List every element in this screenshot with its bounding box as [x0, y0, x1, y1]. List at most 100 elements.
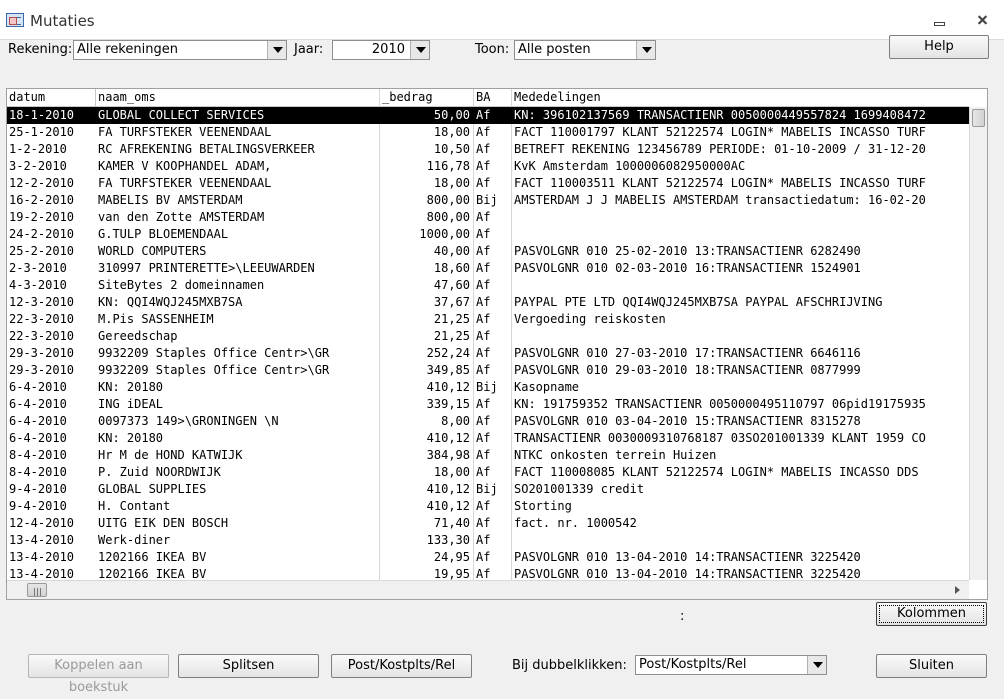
- table-row[interactable]: 25-2-2010 WORLD COMPUTERS 40,00 Af PASVOLGNR…: [7, 243, 969, 260]
- table-row[interactable]: 6-4-2010 KN: 20180 410,12 Af TRANSACTIENR 00…: [7, 430, 969, 447]
- table-row[interactable]: 24-2-2010 G.TULP BLOEMENDAAL 1000,00 Af: [7, 226, 969, 243]
- table-cell: KN: 20180: [98, 380, 164, 394]
- kolommen-button[interactable]: Kolommen: [876, 602, 987, 626]
- table-cell: PASVOLGNR 010 25-02-2010 13:TRANSACTIENR…: [514, 244, 861, 258]
- table-row[interactable]: 16-2-2010 MABELIS BV AMSTERDAM 800,00 Bij AM…: [7, 192, 969, 209]
- koppelen-button[interactable]: Koppelen aan boekstuk: [28, 654, 169, 695]
- table-cell: Af: [476, 414, 491, 428]
- dubbelklik-label: Bij dubbelklikken:: [512, 658, 627, 673]
- table-row[interactable]: 22-3-2010 Gereedschap 21,25 Af: [7, 328, 969, 345]
- table-row[interactable]: 9-4-2010 H. Contant 410,12 Af Storting: [7, 498, 969, 515]
- table-cell: 1202166 IKEA BV: [98, 567, 207, 580]
- table-cell: Werk-diner: [98, 533, 171, 547]
- table-row[interactable]: 13-4-2010 Werk-diner 133,30 Af: [7, 532, 969, 549]
- table-cell: TRANSACTIENR 0030009310768187 03SO201001…: [514, 431, 926, 445]
- table-cell: 18-1-2010: [9, 108, 75, 122]
- column-header-ba[interactable]: BA: [474, 89, 512, 107]
- table-cell: 6-4-2010: [9, 431, 67, 445]
- table-cell: PASVOLGNR 010 13-04-2010 14:TRANSACTIENR…: [514, 567, 861, 580]
- table-cell: Af: [476, 125, 491, 139]
- table-row[interactable]: 12-4-2010 UITG EIK DEN BOSCH 71,40 Af fact. …: [7, 515, 969, 532]
- table-cell: PASVOLGNR 010 02-03-2010 16:TRANSACTIENR…: [514, 261, 861, 275]
- table-row[interactable]: 13-4-2010 1202166 IKEA BV 24,95 Af PASVOLGNR…: [7, 549, 969, 566]
- table-cell: 800,00: [426, 210, 470, 224]
- table-cell: Bij: [476, 482, 498, 496]
- table-cell: [512, 532, 969, 549]
- scroll-right-icon[interactable]: [955, 586, 960, 594]
- table-row[interactable]: 18-1-2010 GLOBAL COLLECT SERVICES 50,00 Af K…: [7, 107, 969, 124]
- scroll-thumb[interactable]: [972, 109, 985, 127]
- table-row[interactable]: 22-3-2010 M.Pis SASSENHEIM 21,25 Af Vergoedi…: [7, 311, 969, 328]
- table-cell: PASVOLGNR 010 29-03-2010 18:TRANSACTIENR…: [514, 363, 861, 377]
- table-cell: 13-4-2010: [9, 550, 75, 564]
- table-cell: BETREFT REKENING 123456789 PERIODE: 01-1…: [514, 142, 926, 156]
- table-cell: [512, 277, 969, 294]
- jaar-select[interactable]: 2010: [332, 40, 430, 60]
- table-cell: 6-4-2010: [9, 380, 67, 394]
- table-cell: Af: [476, 516, 491, 530]
- column-header-datum[interactable]: datum: [7, 89, 96, 107]
- help-button[interactable]: Help: [889, 35, 989, 59]
- table-row[interactable]: 2-3-2010 310997 PRINTERETTE>\LEEUWARDEN 18…: [7, 260, 969, 277]
- column-header-naam-oms[interactable]: naam_oms: [96, 89, 380, 107]
- table-cell: 19,95: [433, 567, 470, 580]
- table-cell: KN: 191759352 TRANSACTIENR 0050000495110…: [514, 397, 926, 411]
- splitsen-button[interactable]: Splitsen: [178, 654, 319, 678]
- column-header-mededelingen[interactable]: Mededelingen: [512, 89, 969, 107]
- table-row[interactable]: 19-2-2010 van den Zotte AMSTERDAM 800,00 Af: [7, 209, 969, 226]
- table-cell: GLOBAL COLLECT SERVICES: [98, 108, 265, 122]
- table-cell: 18,00: [433, 125, 470, 139]
- table-row[interactable]: 9-4-2010 GLOBAL SUPPLIES 410,12 Bij SO201001…: [7, 481, 969, 498]
- table-cell: 9-4-2010: [9, 499, 67, 513]
- table-cell: G.TULP BLOEMENDAAL: [98, 227, 229, 241]
- table-row[interactable]: 29-3-2010 9932209 Staples Office Centr>\G…: [7, 345, 969, 362]
- close-icon[interactable]: [972, 10, 994, 30]
- table-cell: 50,00: [433, 108, 470, 122]
- table-cell: FA TURFSTEKER VEENENDAAL: [98, 176, 272, 190]
- column-header-bedrag[interactable]: _bedrag: [380, 89, 474, 107]
- table-row[interactable]: 1-2-2010 RC AFREKENING BETALINGSVERKEER 10…: [7, 141, 969, 158]
- toon-select[interactable]: Alle posten: [514, 40, 656, 60]
- table-row[interactable]: 8-4-2010 Hr M de HOND KATWIJK 384,98 Af NTKC…: [7, 447, 969, 464]
- table-row[interactable]: 13-4-2010 1202166 IKEA BV 19,95 Af PASVOLGNR…: [7, 566, 969, 580]
- table-row[interactable]: 8-4-2010 P. Zuid NOORDWIJK 18,00 Af FACT 110…: [7, 464, 969, 481]
- table-cell: FACT 110003511 KLANT 52122574 LOGIN* MAB…: [514, 176, 926, 190]
- table-row[interactable]: 25-1-2010 FA TURFSTEKER VEENENDAAL 18,00 Af…: [7, 124, 969, 141]
- post-kostplts-rel-button[interactable]: Post/Kostplts/Rel: [331, 654, 472, 678]
- table-row[interactable]: 12-2-2010 FA TURFSTEKER VEENENDAAL 18,00 Af…: [7, 175, 969, 192]
- chevron-down-icon[interactable]: [410, 41, 429, 59]
- table-cell: AMSTERDAM J J MABELIS AMSTERDAM transact…: [514, 193, 926, 207]
- table-cell: Af: [476, 261, 491, 275]
- horizontal-scrollbar[interactable]: [7, 580, 969, 599]
- table-cell: 12-2-2010: [9, 176, 75, 190]
- table-body: 18-1-2010 GLOBAL COLLECT SERVICES 50,00 Af K…: [7, 107, 969, 580]
- minimize-icon[interactable]: [928, 10, 950, 30]
- table-cell: 2-3-2010: [9, 261, 67, 275]
- table-row[interactable]: 6-4-2010 0097373 149>\GRONINGEN \N 8,00 Af P…: [7, 413, 969, 430]
- table-row[interactable]: 12-3-2010 KN: QQI4WQJ245MXB7SA 37,67 Af PAYP…: [7, 294, 969, 311]
- chevron-down-icon[interactable]: [636, 41, 655, 59]
- chevron-down-icon[interactable]: [267, 41, 286, 59]
- table-row[interactable]: 3-2-2010 KAMER V KOOPHANDEL ADAM, 116,78 Af…: [7, 158, 969, 175]
- table-cell: Af: [476, 346, 491, 360]
- table-cell: Af: [476, 533, 491, 547]
- table-cell: Vergoeding reiskosten: [514, 312, 666, 326]
- table-cell: [512, 226, 969, 243]
- status-colon: :: [680, 609, 685, 624]
- table-cell: 18,00: [433, 176, 470, 190]
- table-row[interactable]: 6-4-2010 ING iDEAL 339,15 Af KN: 191759352 T…: [7, 396, 969, 413]
- table-row[interactable]: 4-3-2010 SiteBytes 2 domeinnamen 47,60 Af: [7, 277, 969, 294]
- chevron-down-icon[interactable]: [807, 656, 826, 674]
- table-cell: 410,12: [426, 499, 470, 513]
- rekening-select[interactable]: Alle rekeningen: [73, 40, 287, 60]
- dubbelklik-select[interactable]: Post/Kostplts/Rel: [635, 655, 827, 675]
- table-cell: 37,67: [433, 295, 470, 309]
- table-row[interactable]: 29-3-2010 9932209 Staples Office Centr>\G…: [7, 362, 969, 379]
- table-row[interactable]: 6-4-2010 KN: 20180 410,12 Bij Kasopname: [7, 379, 969, 396]
- sluiten-button[interactable]: Sluiten: [876, 654, 987, 678]
- vertical-scrollbar[interactable]: [969, 107, 987, 580]
- scroll-thumb-horizontal[interactable]: [27, 583, 47, 597]
- table-cell: 1000,00: [419, 227, 470, 241]
- form-icon: [6, 13, 24, 27]
- table-cell: Bij: [476, 193, 498, 207]
